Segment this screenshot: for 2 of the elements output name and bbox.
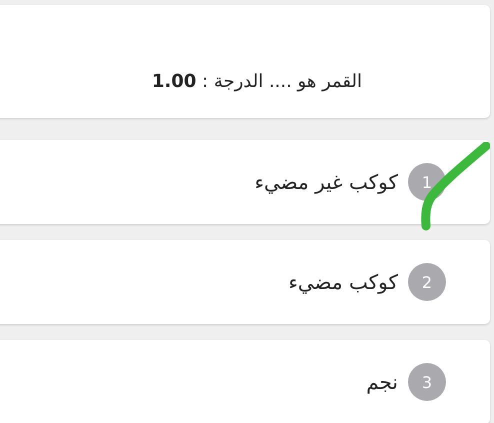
option-number: 2 [408,263,446,301]
option-number: 3 [408,363,446,401]
